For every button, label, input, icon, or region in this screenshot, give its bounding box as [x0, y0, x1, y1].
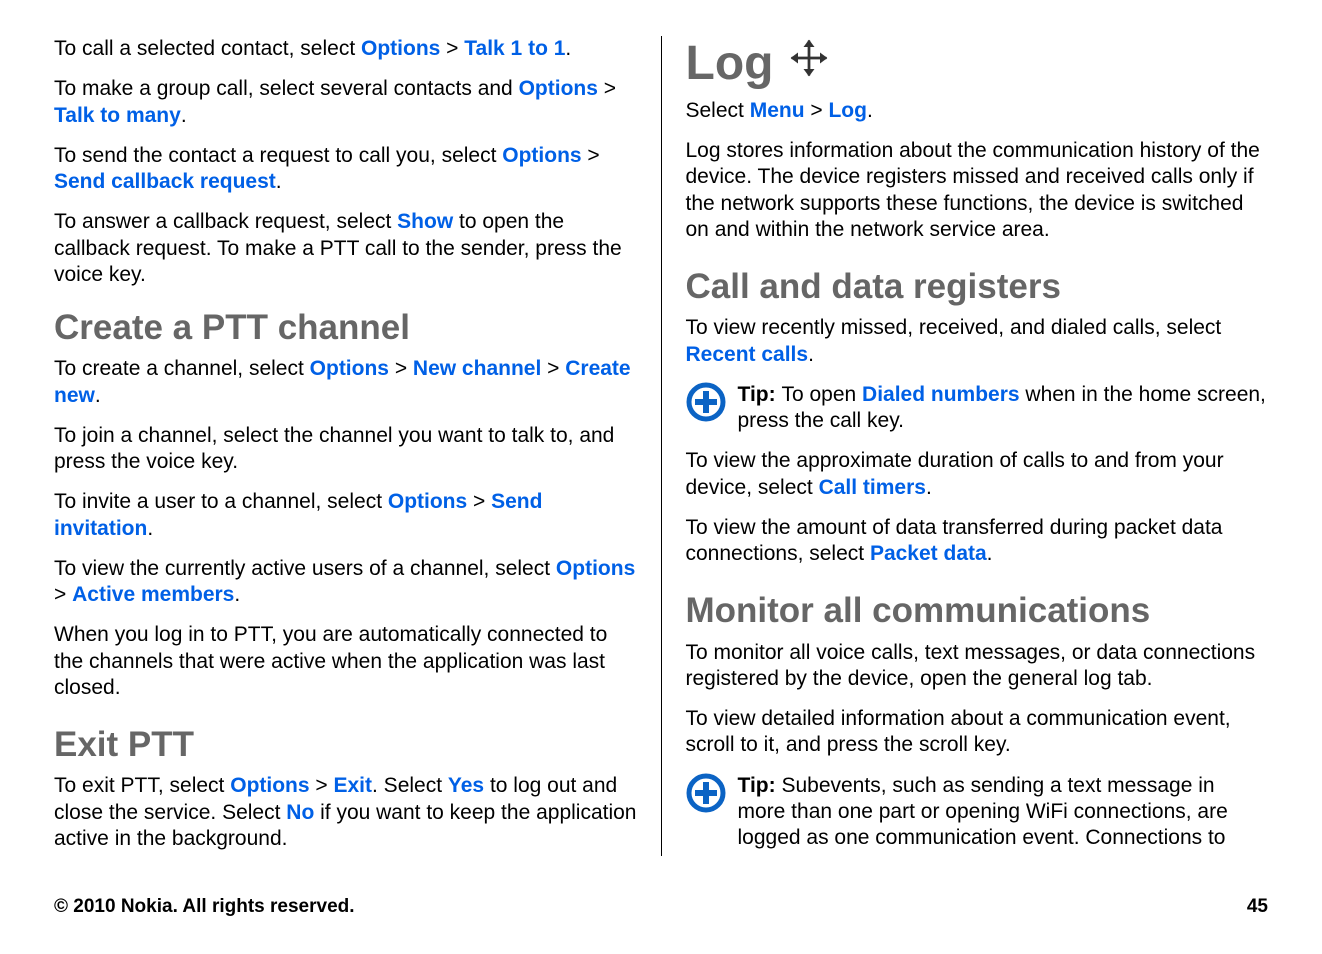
- text: To send the contact a request to call yo…: [54, 144, 502, 167]
- text: To view recently missed, received, and d…: [686, 316, 1222, 339]
- right-column: Log Select Menu > Log.: [661, 36, 1269, 856]
- tip-subevents: Tip: Subevents, such as sending a text m…: [686, 773, 1269, 852]
- yes-link: Yes: [448, 774, 484, 797]
- text: .: [867, 99, 873, 122]
- left-column: To call a selected contact, select Optio…: [54, 36, 661, 856]
- options-link: Options: [388, 490, 467, 513]
- paragraph-group-call: To make a group call, select several con…: [54, 76, 637, 129]
- breadcrumb-separator: >: [54, 583, 72, 606]
- heading-monitor-communications: Monitor all communications: [686, 591, 1269, 631]
- dialed-numbers-link: Dialed numbers: [862, 383, 1020, 406]
- text: To view the currently active users of a …: [54, 557, 556, 580]
- paragraph-detailed-info: To view detailed information about a com…: [686, 706, 1269, 759]
- copyright-text: © 2010 Nokia. All rights reserved.: [54, 896, 355, 918]
- text: .: [926, 476, 932, 499]
- text: To answer a callback request, select: [54, 210, 397, 233]
- breadcrumb-separator: >: [598, 77, 616, 100]
- paragraph-active-users: To view the currently active users of a …: [54, 556, 637, 609]
- tip-dialed-numbers: Tip: To open Dialed numbers when in the …: [686, 382, 1269, 435]
- paragraph-auto-connect: When you log in to PTT, you are automati…: [54, 622, 637, 701]
- text: . Select: [372, 774, 448, 797]
- text: .: [147, 517, 153, 540]
- text: Subevents, such as sending a text messag…: [738, 774, 1228, 850]
- heading-create-ptt-channel: Create a PTT channel: [54, 308, 637, 348]
- talk-to-many-link: Talk to many: [54, 104, 181, 127]
- menu-link: Menu: [750, 99, 805, 122]
- no-link: No: [286, 801, 314, 824]
- paragraph-invite-user: To invite a user to a channel, select Op…: [54, 489, 637, 542]
- options-link: Options: [556, 557, 635, 580]
- tip-text: Tip: To open Dialed numbers when in the …: [738, 382, 1269, 435]
- tip-label: Tip:: [738, 774, 782, 797]
- paragraph-call-timers: To view the approximate duration of call…: [686, 448, 1269, 501]
- call-timers-link: Call timers: [819, 476, 926, 499]
- talk-1-to-1-link: Talk 1 to 1: [464, 37, 565, 60]
- breadcrumb-separator: >: [440, 37, 464, 60]
- breadcrumb-separator: >: [389, 357, 413, 380]
- paragraph-call-selected: To call a selected contact, select Optio…: [54, 36, 637, 62]
- paragraph-callback-request: To send the contact a request to call yo…: [54, 143, 637, 196]
- paragraph-packet-data: To view the amount of data transferred d…: [686, 515, 1269, 568]
- text: To make a group call, select several con…: [54, 77, 519, 100]
- text: To call a selected contact, select: [54, 37, 361, 60]
- paragraph-log-description: Log stores information about the communi…: [686, 138, 1269, 243]
- options-link: Options: [230, 774, 309, 797]
- paragraph-select-log: Select Menu > Log.: [686, 98, 1269, 124]
- breadcrumb-separator: >: [467, 490, 491, 513]
- page-footer: © 2010 Nokia. All rights reserved. 45: [54, 896, 1268, 918]
- text: Select: [686, 99, 750, 122]
- options-link: Options: [519, 77, 598, 100]
- tip-plus-icon: [686, 773, 726, 818]
- packet-data-link: Packet data: [870, 542, 987, 565]
- active-members-link: Active members: [72, 583, 234, 606]
- log-link: Log: [828, 99, 866, 122]
- paragraph-create-channel: To create a channel, select Options > Ne…: [54, 356, 637, 409]
- two-column-layout: To call a selected contact, select Optio…: [54, 36, 1268, 856]
- page-number: 45: [1247, 896, 1268, 918]
- send-callback-request-link: Send callback request: [54, 170, 276, 193]
- tip-plus-icon: [686, 382, 726, 427]
- text: To exit PTT, select: [54, 774, 230, 797]
- text: .: [808, 343, 814, 366]
- options-link: Options: [361, 37, 440, 60]
- exit-link: Exit: [334, 774, 373, 797]
- breadcrumb-separator: >: [310, 774, 334, 797]
- text: .: [276, 170, 282, 193]
- text: .: [987, 542, 993, 565]
- paragraph-monitor: To monitor all voice calls, text message…: [686, 640, 1269, 693]
- text: .: [565, 37, 571, 60]
- tip-text: Tip: Subevents, such as sending a text m…: [738, 773, 1269, 852]
- text: .: [181, 104, 187, 127]
- manual-page: To call a selected contact, select Optio…: [0, 0, 1322, 954]
- log-arrows-icon: [787, 36, 831, 92]
- breadcrumb-separator: >: [582, 144, 600, 167]
- new-channel-link: New channel: [413, 357, 541, 380]
- text: To view the approximate duration of call…: [686, 449, 1224, 498]
- breadcrumb-separator: >: [541, 357, 565, 380]
- heading-exit-ptt: Exit PTT: [54, 725, 637, 765]
- heading-call-data-registers: Call and data registers: [686, 267, 1269, 307]
- text: .: [234, 583, 240, 606]
- paragraph-exit-ptt: To exit PTT, select Options > Exit. Sele…: [54, 773, 637, 852]
- paragraph-answer-callback: To answer a callback request, select Sho…: [54, 209, 637, 288]
- show-link: Show: [397, 210, 453, 233]
- text: .: [95, 384, 101, 407]
- options-link: Options: [310, 357, 389, 380]
- text: To create a channel, select: [54, 357, 310, 380]
- tip-label: Tip:: [738, 383, 782, 406]
- breadcrumb-separator: >: [805, 99, 829, 122]
- heading-log: Log: [686, 36, 1269, 92]
- paragraph-join-channel: To join a channel, select the channel yo…: [54, 423, 637, 476]
- paragraph-recent-calls: To view recently missed, received, and d…: [686, 315, 1269, 368]
- options-link: Options: [502, 144, 581, 167]
- heading-log-text: Log: [686, 38, 774, 91]
- recent-calls-link: Recent calls: [686, 343, 809, 366]
- text: To invite a user to a channel, select: [54, 490, 388, 513]
- text: To open: [781, 383, 862, 406]
